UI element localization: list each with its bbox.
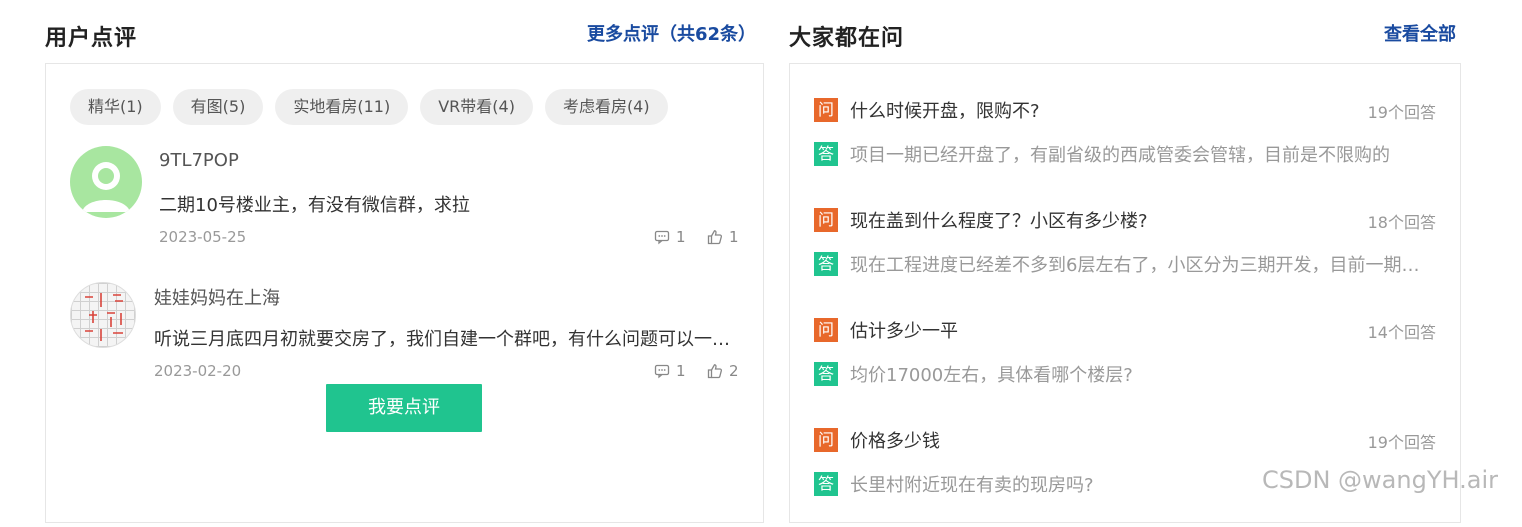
more-reviews-link[interactable]: 更多点评（共62条） [587,20,756,46]
question-text[interactable]: 估计多少一平 [850,317,958,343]
question-badge: 问 [814,428,838,452]
answer-text[interactable]: 长里村附近现在有卖的现房吗? [850,471,1094,497]
answer-badge: 答 [814,472,838,496]
qa-item: 问 现在盖到什么程度了？小区有多少楼? 18个回答 答 现在工程进度已经差不多到… [814,207,1436,307]
comment-count-value: 1 [676,228,686,246]
review-item: 娃娃妈妈在上海 听说三月底四月初就要交房了，我们自建一个群吧，有什么问题可以一起… [70,280,739,390]
answer-row[interactable]: 答 现在工程进度已经差不多到6层左右了，小区分为三期开发，目前一期在建 [814,251,1436,277]
answer-text[interactable]: 现在工程进度已经差不多到6层左右了，小区分为三期开发，目前一期在建 [850,251,1420,277]
question-badge: 问 [814,318,838,342]
thumbs-up-icon [707,229,723,245]
comment-count[interactable]: 1 [654,362,686,380]
review-username[interactable]: 9TL7POP [159,150,239,171]
answer-text[interactable]: 项目一期已经开盘了，有副省级的西咸管委会管辖，目前是不限购的 [850,141,1390,167]
question-text[interactable]: 什么时候开盘，限购不? [850,97,1040,123]
question-row[interactable]: 问 现在盖到什么程度了？小区有多少楼? 18个回答 [814,207,1436,233]
answer-row[interactable]: 答 均价17000左右，具体看哪个楼层? [814,361,1436,387]
reviews-title: 用户点评 [45,26,138,51]
question-row[interactable]: 问 什么时候开盘，限购不? 19个回答 [814,97,1436,123]
review-filter-tags: 精华(1) 有图(5) 实地看房(11) VR带看(4) 考虑看房(4) [70,89,668,125]
question-badge: 问 [814,208,838,232]
qa-item: 问 什么时候开盘，限购不? 19个回答 答 项目一期已经开盘了，有副省级的西咸管… [814,97,1436,197]
tag-with-images[interactable]: 有图(5) [172,89,264,125]
comment-count[interactable]: 1 [654,228,686,246]
tag-highlights[interactable]: 精华(1) [70,89,161,125]
review-text[interactable]: 听说三月底四月初就要交房了，我们自建一个群吧，有什么问题可以一起交流 [154,325,736,351]
view-all-link[interactable]: 查看全部 [1384,20,1456,46]
review-date: 2023-02-20 [154,362,242,380]
answer-text[interactable]: 均价17000左右，具体看哪个楼层? [850,361,1133,387]
answer-count[interactable]: 14个回答 [1368,319,1436,343]
tag-vr-tour[interactable]: VR带看(4) [420,89,533,125]
question-badge: 问 [814,98,838,122]
answer-badge: 答 [814,252,838,276]
question-row[interactable]: 问 价格多少钱 19个回答 [814,427,1436,453]
like-count-value: 1 [729,228,739,246]
comment-icon [654,363,670,379]
answer-count[interactable]: 19个回答 [1368,429,1436,453]
review-date: 2023-05-25 [159,228,247,246]
answer-badge: 答 [814,362,838,386]
tag-considering[interactable]: 考虑看房(4) [544,89,668,125]
qa-item: 问 估计多少一平 14个回答 答 均价17000左右，具体看哪个楼层? [814,317,1436,417]
like-count[interactable]: 2 [707,362,739,380]
question-row[interactable]: 问 估计多少一平 14个回答 [814,317,1436,343]
answer-badge: 答 [814,142,838,166]
review-item: 9TL7POP 二期10号楼业主，有没有微信群，求拉 2023-05-25 1 … [70,146,739,256]
tag-site-visit[interactable]: 实地看房(11) [275,89,409,125]
default-avatar-icon[interactable] [70,146,142,218]
question-text[interactable]: 价格多少钱 [850,427,940,453]
comment-icon [654,229,670,245]
question-text[interactable]: 现在盖到什么程度了？小区有多少楼? [850,207,1148,233]
answer-count[interactable]: 18个回答 [1368,209,1436,233]
reviews-panel: 精华(1) 有图(5) 实地看房(11) VR带看(4) 考虑看房(4) 9TL… [45,63,764,523]
review-text[interactable]: 二期10号楼业主，有没有微信群，求拉 [159,191,739,217]
thumbs-up-icon [707,363,723,379]
comment-count-value: 1 [676,362,686,380]
photo-avatar[interactable] [70,282,136,348]
qa-panel: 问 什么时候开盘，限购不? 19个回答 答 项目一期已经开盘了，有副省级的西咸管… [789,63,1461,523]
watermark: CSDN @wangYH.air [1262,466,1498,494]
like-count-value: 2 [729,362,739,380]
qa-title: 大家都在问 [789,26,905,51]
answer-count[interactable]: 19个回答 [1368,99,1436,123]
like-count[interactable]: 1 [707,228,739,246]
write-review-button[interactable]: 我要点评 [326,384,482,432]
answer-row[interactable]: 答 项目一期已经开盘了，有副省级的西咸管委会管辖，目前是不限购的 [814,141,1436,167]
review-username[interactable]: 娃娃妈妈在上海 [154,284,280,310]
